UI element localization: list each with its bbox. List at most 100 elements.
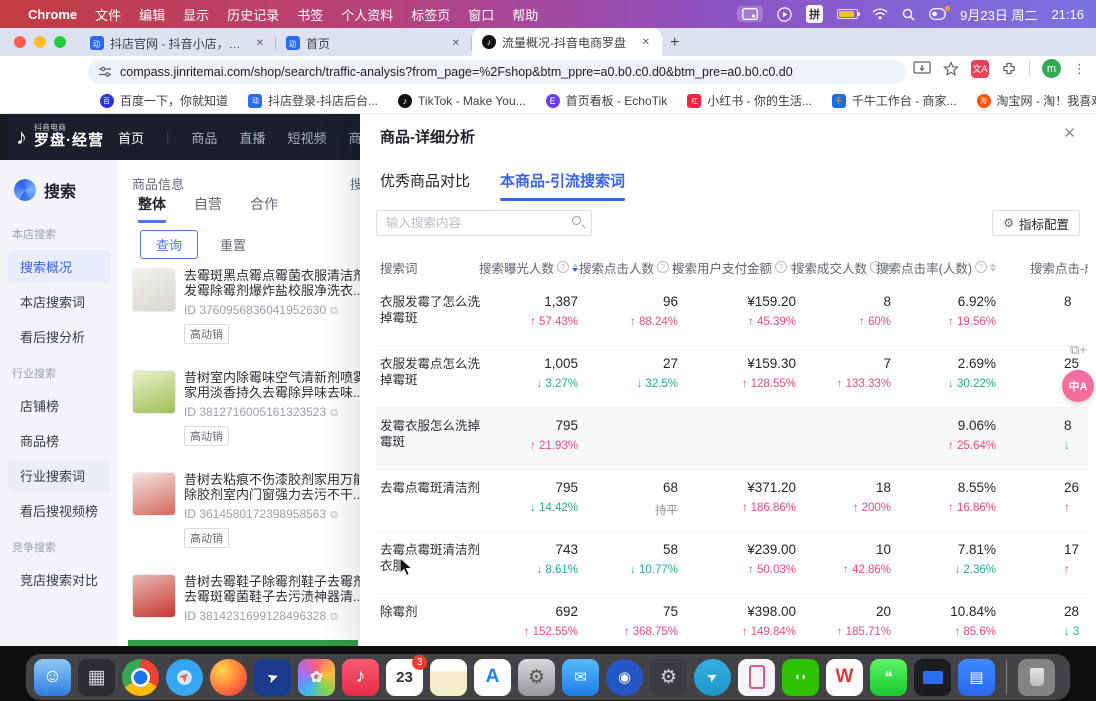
bookmark-item[interactable]: 百度一下，你就知道: [100, 92, 228, 109]
tab-close-icon[interactable]: ✕: [640, 37, 652, 48]
dock-telegram-icon[interactable]: [694, 659, 731, 696]
menu-item[interactable]: 窗口: [468, 5, 494, 24]
compass-logo[interactable]: ♪ 抖音电商 罗盘·经营: [0, 124, 118, 150]
column-header[interactable]: 搜索用户支付金额?: [688, 258, 806, 277]
menu-item[interactable]: 个人资料: [341, 5, 393, 24]
sidebar-item[interactable]: 商品榜: [8, 424, 110, 457]
top-nav-item[interactable]: 短视频: [287, 128, 326, 147]
column-help-icon[interactable]: ?: [975, 261, 987, 273]
site-settings-icon[interactable]: [98, 66, 112, 78]
drawer-tab[interactable]: 本商品-引流搜索词: [500, 170, 625, 201]
sidebar-item[interactable]: 本店搜索词: [8, 285, 110, 318]
tab-close-icon[interactable]: ✕: [450, 38, 462, 49]
app-menu-chrome[interactable]: Chrome: [28, 7, 77, 22]
browser-tab[interactable]: 首页✕: [276, 30, 472, 56]
scope-tab[interactable]: 合作: [250, 194, 278, 223]
screen-mirroring-icon[interactable]: [737, 6, 763, 22]
dock-safari-icon[interactable]: [166, 659, 203, 696]
top-nav-item[interactable]: 首页: [118, 128, 144, 147]
metric-config-button[interactable]: ⚙ 指标配置: [992, 210, 1080, 236]
sidebar-item[interactable]: 店铺榜: [8, 389, 110, 422]
dock-chrome-icon[interactable]: [122, 659, 159, 696]
dock-messages-icon[interactable]: [870, 659, 907, 696]
profile-avatar[interactable]: m: [1042, 59, 1061, 78]
bookmark-item[interactable]: 小红书 - 你的生活...: [687, 92, 812, 109]
menu-bar-clock[interactable]: 21:16: [1051, 7, 1084, 22]
chrome-menu-icon[interactable]: ⋮: [1073, 61, 1086, 77]
column-header[interactable]: 搜索曝光人数?: [488, 258, 588, 277]
close-window-button[interactable]: [14, 36, 26, 48]
copy-icon[interactable]: ⧉: [330, 509, 338, 522]
browser-tab[interactable]: 流量概况-抖音电商罗盘✕: [472, 28, 662, 56]
sidebar-item[interactable]: 看后搜分析: [8, 320, 110, 353]
column-header[interactable]: 搜索点击-成交率(人数: [1006, 258, 1088, 277]
top-nav-item[interactable]: 商品: [191, 128, 217, 147]
zoom-window-button[interactable]: [54, 36, 66, 48]
menu-item[interactable]: 文件: [95, 5, 121, 24]
translate-float-button[interactable]: 中A: [1062, 370, 1094, 402]
sidebar-item[interactable]: 竞店搜索对比: [8, 563, 110, 596]
dock-calendar-icon[interactable]: 233: [386, 659, 423, 696]
sidebar-item[interactable]: 搜索概况: [8, 250, 110, 283]
dock-screenshare-icon[interactable]: [914, 659, 951, 696]
menu-item[interactable]: 历史记录: [227, 5, 279, 24]
column-header[interactable]: 搜索点击率(人数)?: [901, 258, 1006, 277]
bookmark-star-icon[interactable]: [943, 61, 959, 77]
top-nav-item[interactable]: 直播: [239, 128, 265, 147]
column-help-icon[interactable]: ?: [657, 261, 669, 273]
menu-bar-date[interactable]: 9月23日 周二: [960, 5, 1037, 24]
sort-icon[interactable]: [990, 263, 996, 272]
keyword-search-input[interactable]: [376, 210, 592, 236]
bookmark-item[interactable]: 千牛工作台 - 商家...: [832, 92, 957, 109]
table-row[interactable]: 去霉点霉斑清洁剂衣服743↓ 8.61%58↓ 10.77%¥239.00↑ 5…: [376, 532, 1088, 594]
dock-launchpad-icon[interactable]: [78, 659, 115, 696]
drawer-tab[interactable]: 优秀商品对比: [380, 170, 470, 201]
search-magnifier-icon[interactable]: [572, 216, 581, 225]
dock-notes-icon[interactable]: [430, 659, 467, 696]
scope-tab[interactable]: 整体: [138, 194, 166, 223]
extensions-icon[interactable]: [1001, 61, 1017, 77]
close-drawer-icon[interactable]: ✕: [1063, 124, 1076, 142]
dock-finder-icon[interactable]: [34, 659, 71, 696]
dock-wps-icon[interactable]: [826, 659, 863, 696]
add-metric-float-icon[interactable]: ⧉+: [1070, 342, 1087, 358]
battery-icon[interactable]: [837, 9, 858, 19]
dock-mail-icon[interactable]: [562, 659, 599, 696]
dock-octopus-icon[interactable]: [606, 659, 643, 696]
dock-trash-icon[interactable]: [1018, 659, 1055, 696]
menu-item[interactable]: 帮助: [512, 5, 538, 24]
bookmark-item[interactable]: 首页看板 - EchoTik: [546, 92, 668, 109]
sidebar-item[interactable]: 行业搜索词: [8, 459, 110, 492]
url-text[interactable]: compass.jinritemai.com/shop/search/traff…: [120, 65, 896, 79]
sidebar-item[interactable]: 看后搜视频榜: [8, 494, 110, 527]
user-switch-icon[interactable]: [929, 8, 946, 20]
send-to-device-icon[interactable]: [913, 61, 931, 76]
menu-item[interactable]: 标签页: [411, 5, 450, 24]
column-help-icon[interactable]: ?: [557, 261, 569, 273]
column-help-icon[interactable]: ?: [775, 261, 787, 273]
dock-photos-icon[interactable]: [298, 659, 335, 696]
wifi-icon[interactable]: [872, 8, 888, 20]
dock-firefox-icon[interactable]: [210, 659, 247, 696]
column-header[interactable]: 搜索词: [376, 258, 488, 277]
table-row[interactable]: 衣服发霉点怎么洗掉霉斑1,005↓ 3.27%27↓ 32.5%¥159.30↑…: [376, 346, 1088, 408]
copy-icon[interactable]: ⧉: [330, 305, 338, 318]
dock-maps-icon[interactable]: [254, 659, 291, 696]
dock-gear-icon[interactable]: [650, 659, 687, 696]
scope-tab[interactable]: 自营: [194, 194, 222, 223]
dock-iphone-icon[interactable]: [738, 659, 775, 696]
dock-music-icon[interactable]: [342, 659, 379, 696]
query-button[interactable]: 查询: [140, 230, 198, 259]
tab-close-icon[interactable]: ✕: [254, 38, 266, 49]
copy-icon[interactable]: ⧉: [330, 407, 338, 420]
bookmark-item[interactable]: 抖店登录-抖店后台...: [248, 92, 378, 109]
table-row[interactable]: 去霉点霉斑清洁剂795↓ 14.42%68持平¥371.20↑ 186.86%1…: [376, 470, 1088, 532]
reset-button[interactable]: 重置: [220, 235, 246, 254]
sort-icon[interactable]: [572, 263, 578, 272]
minimize-window-button[interactable]: [34, 36, 46, 48]
menu-item[interactable]: 显示: [183, 5, 209, 24]
table-row[interactable]: 发霉衣服怎么洗掉霉斑795↑ 21.93%9.06%↑ 25.64%8↓: [376, 408, 1088, 470]
table-row[interactable]: 衣服发霉了怎么洗掉霉斑1,387↑ 57.43%96↑ 88.24%¥159.2…: [376, 284, 1088, 346]
browser-tab[interactable]: 抖店官网 - 抖音小店，抖音电✕: [80, 30, 276, 56]
bookmark-item[interactable]: TikTok - Make You...: [398, 94, 526, 108]
